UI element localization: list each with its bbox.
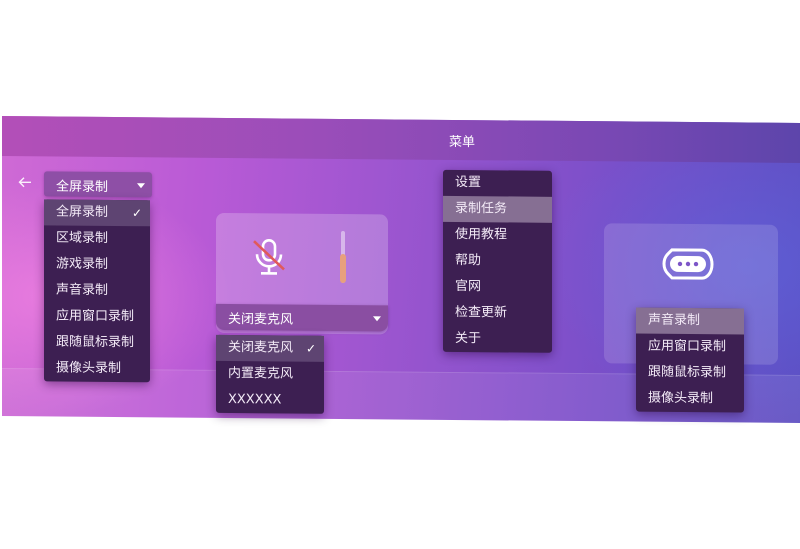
app-window: 菜单 全屏录制 全屏录制 ✓ 区域录制 游戏录制 声音录制 应用窗口录制 跟随鼠… [2, 116, 800, 423]
option-label: 摄像头录制 [648, 391, 713, 407]
option-label: 应用窗口录制 [56, 308, 134, 324]
microphone-muted-icon[interactable] [248, 236, 290, 278]
recording-mode-option[interactable]: 区域录制 [44, 225, 150, 252]
option-label: 内置麦克风 [228, 366, 293, 382]
main-menu-item-about[interactable]: 关于 [443, 326, 552, 353]
chevron-down-icon [137, 183, 145, 188]
menu-item-label: 官网 [455, 279, 481, 294]
recording-mode-value: 全屏录制 [56, 175, 108, 194]
menu-item-label: 设置 [455, 175, 481, 190]
main-menu-item-help[interactable]: 帮助 [443, 248, 552, 275]
more-modes-option[interactable]: 声音录制 [636, 308, 744, 335]
recording-mode-option[interactable]: 摄像头录制 [44, 355, 150, 382]
microphone-option[interactable]: 内置麦克风 [216, 361, 324, 388]
recording-mode-combo[interactable]: 全屏录制 [44, 171, 152, 197]
microphone-volume-slider[interactable] [338, 231, 348, 283]
recording-mode-option[interactable]: 应用窗口录制 [44, 303, 150, 330]
option-label: 游戏录制 [56, 256, 108, 271]
more-modes-option[interactable]: 跟随鼠标录制 [636, 360, 744, 387]
chevron-down-icon [373, 316, 381, 321]
more-modes-option[interactable]: 应用窗口录制 [636, 334, 744, 361]
screen-canvas: 菜单 全屏录制 全屏录制 ✓ 区域录制 游戏录制 声音录制 应用窗口录制 跟随鼠… [0, 0, 800, 549]
main-menu-item-settings[interactable]: 设置 [443, 170, 552, 197]
option-label: 摄像头录制 [56, 360, 121, 376]
option-label: 声音录制 [56, 282, 108, 297]
window-title: 菜单 [449, 131, 475, 150]
menu-item-label: 使用教程 [455, 227, 507, 242]
option-label: 声音录制 [648, 313, 700, 328]
recording-mode-option[interactable]: 游戏录制 [44, 251, 150, 278]
more-modes-dropdown: 声音录制 应用窗口录制 跟随鼠标录制 摄像头录制 [636, 308, 744, 413]
microphone-option[interactable]: XXXXXX [216, 387, 324, 414]
option-label: 区域录制 [56, 230, 108, 245]
recording-mode-option[interactable]: 全屏录制 ✓ [44, 199, 150, 226]
main-menu-item-website[interactable]: 官网 [443, 274, 552, 301]
option-label: 全屏录制 [56, 204, 108, 219]
more-options-icon[interactable] [662, 244, 714, 284]
main-menu: 设置 录制任务 使用教程 帮助 官网 检查更新 关于 [443, 170, 552, 353]
microphone-option[interactable]: 关闭麦克风 ✓ [216, 335, 324, 362]
recording-mode-option[interactable]: 声音录制 [44, 277, 150, 304]
check-icon: ✓ [132, 200, 142, 226]
title-bar: 菜单 [2, 116, 800, 163]
main-menu-item-tutorial[interactable]: 使用教程 [443, 222, 552, 249]
main-menu-item-check-update[interactable]: 检查更新 [443, 300, 552, 327]
microphone-combo-value: 关闭麦克风 [228, 308, 293, 328]
main-menu-item-recording-tasks[interactable]: 录制任务 [443, 196, 552, 223]
recording-mode-dropdown: 全屏录制 ✓ 区域录制 游戏录制 声音录制 应用窗口录制 跟随鼠标录制 摄像头录… [44, 199, 150, 382]
microphone-dropdown: 关闭麦克风 ✓ 内置麦克风 XXXXXX [216, 335, 324, 414]
menu-item-label: 关于 [455, 331, 481, 346]
slider-fill [340, 254, 346, 283]
option-label: 关闭麦克风 [228, 340, 293, 356]
option-label: 跟随鼠标录制 [56, 334, 134, 350]
menu-item-label: 帮助 [455, 253, 481, 268]
back-arrow-icon[interactable] [18, 174, 32, 193]
microphone-combo[interactable]: 关闭麦克风 [216, 304, 388, 332]
option-label: 跟随鼠标录制 [648, 365, 726, 381]
check-icon: ✓ [306, 336, 316, 362]
menu-item-label: 检查更新 [455, 305, 507, 320]
option-label: XXXXXX [228, 392, 281, 407]
option-label: 应用窗口录制 [648, 339, 726, 355]
recording-mode-option[interactable]: 跟随鼠标录制 [44, 329, 150, 356]
menu-item-label: 录制任务 [455, 201, 507, 216]
more-modes-option[interactable]: 摄像头录制 [636, 386, 744, 413]
